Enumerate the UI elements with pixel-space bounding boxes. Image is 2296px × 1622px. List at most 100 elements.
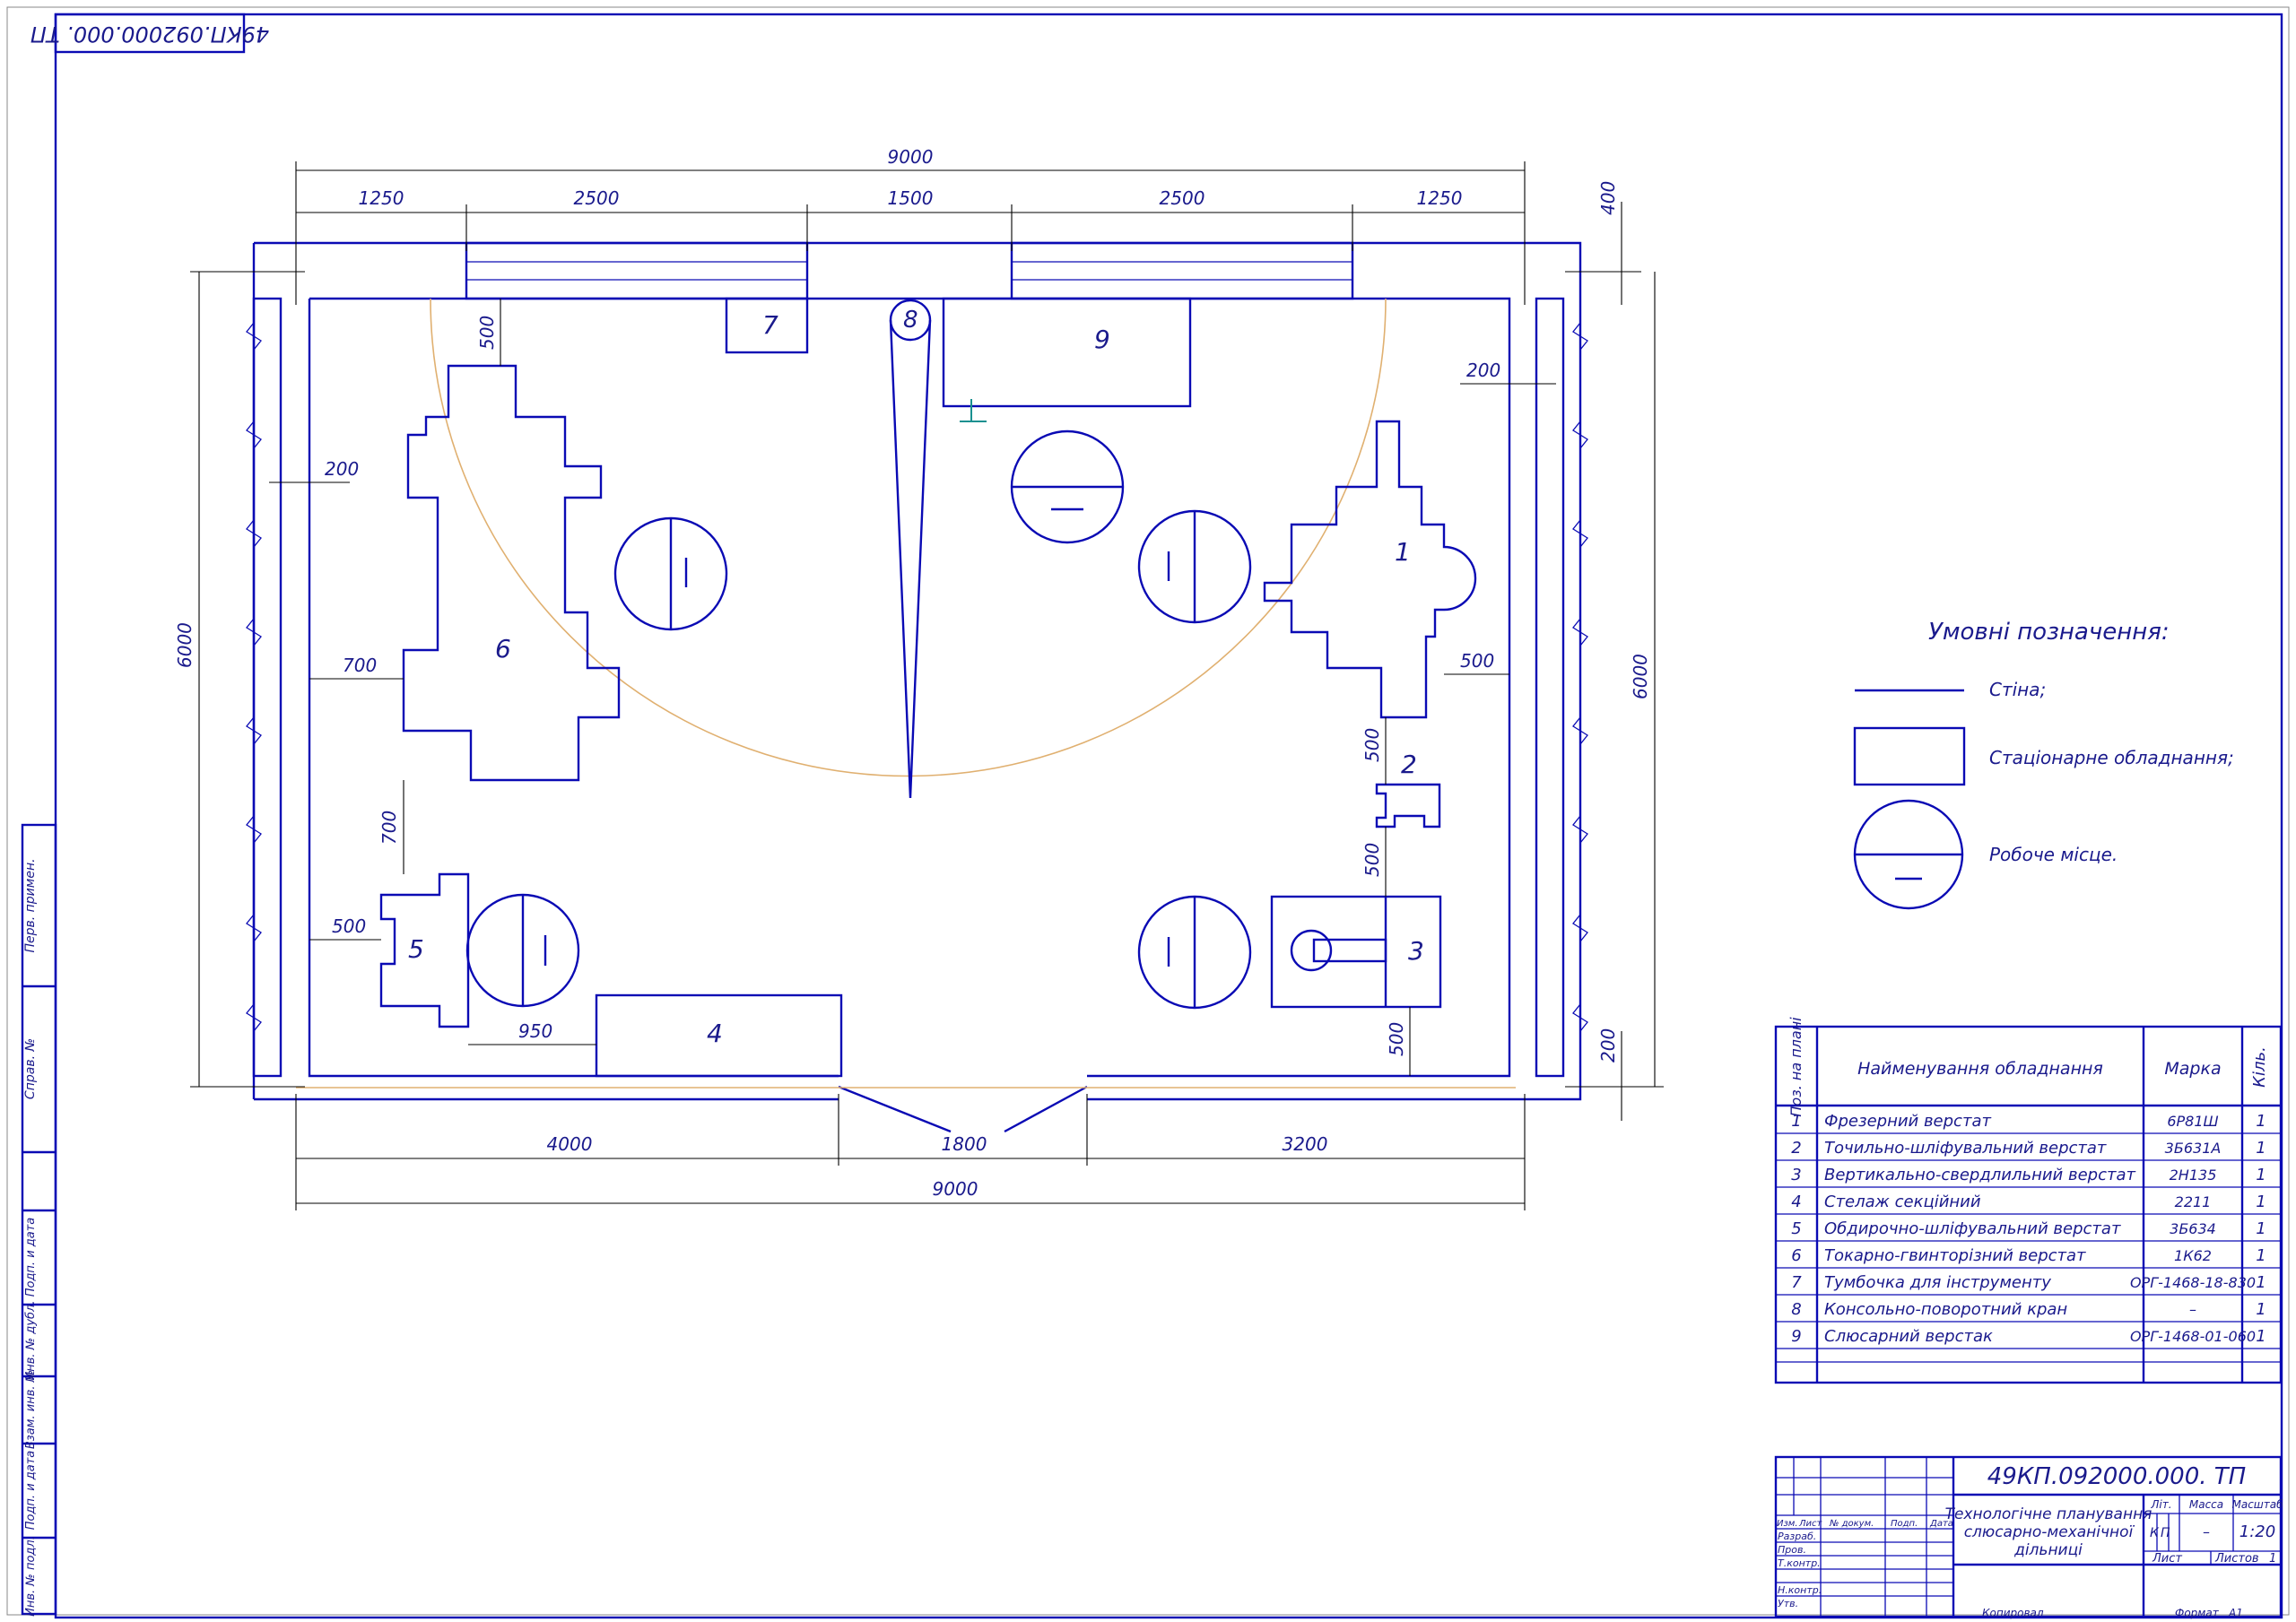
- table-cell-pos: 3: [1791, 1166, 1801, 1184]
- marker-icon: [960, 399, 987, 422]
- title-lit-p: П: [2161, 1526, 2170, 1540]
- label-5: 5: [408, 934, 424, 964]
- dim-500-2b: 500: [1361, 843, 1383, 877]
- dim-700-left: 700: [343, 655, 377, 676]
- legend: Умовні позначення: Стіна; Стаціонарне об…: [1853, 619, 2234, 910]
- dim-right-200: 200: [1466, 360, 1500, 381]
- dim-top-total: 9000: [888, 146, 934, 168]
- table-cell-mark: ОРГ-1468-18-830: [2130, 1274, 2256, 1291]
- table-cell-name: Слюсарний верстак: [1824, 1327, 1993, 1346]
- table-cell-qty: 1: [2256, 1273, 2266, 1292]
- table-cell-pos: 1: [1791, 1112, 1801, 1131]
- title-sheet: Лист: [2152, 1552, 2182, 1566]
- legend-stationary-box: [1853, 726, 1966, 786]
- table-cell-qty: 1: [2256, 1139, 2266, 1158]
- table-cell-pos: 8: [1791, 1300, 1801, 1319]
- equipment-1: [1263, 420, 1477, 719]
- title-lit-k: К: [2150, 1526, 2160, 1540]
- title-mass-val: –: [2203, 1523, 2210, 1540]
- dim-right-400: 400: [1597, 181, 1619, 215]
- table-cell-pos: 7: [1791, 1273, 1802, 1292]
- workplace-6: [613, 516, 728, 631]
- window-left: [465, 241, 809, 300]
- dim-500-right: 500: [1460, 650, 1494, 672]
- table-cell-mark: 2Н135: [2170, 1167, 2217, 1184]
- equipment-9: [942, 297, 1192, 408]
- door-leaf-left: [838, 1085, 952, 1133]
- title-sheets-val: 1: [2269, 1552, 2276, 1566]
- table-cell-name: Обдирочно-шліфувальний верстат: [1824, 1219, 2121, 1238]
- table-cell-mark: 3Б631А: [2165, 1140, 2222, 1157]
- table-cell-pos: 5: [1791, 1219, 1801, 1238]
- dim-seg-4: 2500: [1160, 187, 1205, 209]
- label-9: 9: [1094, 325, 1110, 354]
- title-line-3: дільниці: [2013, 1541, 2083, 1559]
- table-header-qty: Кіль.: [2250, 1046, 2269, 1088]
- dim-200-br: 200: [1597, 1028, 1619, 1063]
- table-cell-name: Консольно-поворотний кран: [1824, 1300, 2067, 1319]
- legend-workplace-label: Робоче місце.: [1989, 844, 2118, 865]
- dim-seg-5: 1250: [1417, 187, 1463, 209]
- title-doc: № докум.: [1829, 1519, 1874, 1529]
- dim-right-height: 6000: [1630, 654, 1651, 699]
- right-wall-strip: [1535, 297, 1565, 1078]
- table-cell-qty: 1: [2256, 1300, 2266, 1319]
- table-cell-name: Тумбочка для інструменту: [1824, 1273, 2051, 1292]
- dim-bottom-4000: 4000: [547, 1133, 593, 1155]
- title-lit: Літ.: [2150, 1498, 2171, 1511]
- title-sign: Подп.: [1891, 1519, 1918, 1529]
- dim-500-left: 500: [332, 915, 366, 937]
- legend-wall-label: Стіна;: [1989, 679, 2046, 700]
- title-sheets: Листов: [2214, 1552, 2259, 1566]
- table-cell-mark: –: [2189, 1301, 2196, 1318]
- workplace-3: [1137, 895, 1252, 1010]
- workplace-9: [1010, 429, 1125, 544]
- door-leaf-right: [1004, 1085, 1088, 1133]
- label-7: 7: [762, 310, 778, 340]
- table-cell-mark: 2211: [2175, 1193, 2212, 1210]
- legend-title: Умовні позначення:: [1928, 619, 2170, 646]
- table-cell-name: Фрезерний верстат: [1824, 1112, 1991, 1131]
- side-perv: Перв. примен.: [23, 858, 38, 952]
- title-format: Формат: [2175, 1607, 2220, 1619]
- rotated-stamp: 49КП.092000.000. ТП: [30, 13, 269, 54]
- title-line-1: Технологічне планування: [1945, 1505, 2152, 1523]
- title-tkontr: Т.контр.: [1778, 1557, 1821, 1569]
- table-cell-qty: 1: [2256, 1193, 2266, 1211]
- legend-stationary-label: Стаціонарне обладнання;: [1989, 747, 2234, 768]
- table-cell-qty: 1: [2256, 1246, 2266, 1265]
- dim-500-2a: 500: [1361, 728, 1383, 762]
- equipment-5: [379, 872, 470, 1028]
- side-inv-podl: Инв. № подл.: [24, 1536, 38, 1617]
- table-cell-pos: 9: [1791, 1327, 1801, 1346]
- table-cell-name: Стелаж секційний: [1824, 1193, 1981, 1211]
- legend-workplace-icon: [1853, 799, 1964, 910]
- equipment-table: Поз. на плані Найменування обладнання Ма…: [1774, 1017, 2283, 1384]
- label-8: 8: [903, 307, 918, 334]
- table-cell-name: Вертикально-свердлильний верстат: [1824, 1166, 2135, 1184]
- dim-500-3: 500: [1386, 1022, 1407, 1056]
- side-podp1: Подп. и дата: [24, 1218, 38, 1297]
- floor-plan: 1 2 3 4 5 6 7 8 9: [246, 241, 1588, 1133]
- table-cell-pos: 4: [1791, 1193, 1801, 1211]
- table-cell-qty: 1: [2256, 1166, 2266, 1184]
- label-4: 4: [707, 1019, 723, 1048]
- table-cell-mark: 1К62: [2174, 1247, 2212, 1264]
- title-block: 49КП.092000.000. ТП Технологічне планува…: [1774, 1455, 2283, 1619]
- table-cell-pos: 6: [1791, 1246, 1801, 1265]
- table-cell-qty: 1: [2256, 1219, 2266, 1238]
- title-prov: Пров.: [1778, 1544, 1806, 1556]
- title-date: Дата: [1929, 1519, 1953, 1529]
- table-header-mark: Марка: [2164, 1059, 2221, 1079]
- window-right: [1010, 241, 1354, 300]
- dim-700-mid: 700: [378, 811, 400, 845]
- side-inv-dubl: Инв. № дубл.: [24, 1301, 38, 1381]
- title-scale-val: 1:20: [2239, 1522, 2275, 1541]
- title-razrab: Разраб.: [1778, 1531, 1816, 1542]
- side-stamp: Перв. примен. Справ. № Подп. и дата Инв.…: [21, 823, 57, 1617]
- title-format-val: A1: [2228, 1607, 2243, 1619]
- table-header-pos: Поз. на плані: [1787, 1017, 1805, 1117]
- table-cell-mark: ОРГ-1468-01-060: [2130, 1328, 2256, 1345]
- table-header-name: Найменування обладнання: [1857, 1059, 2103, 1079]
- label-2: 2: [1401, 750, 1417, 779]
